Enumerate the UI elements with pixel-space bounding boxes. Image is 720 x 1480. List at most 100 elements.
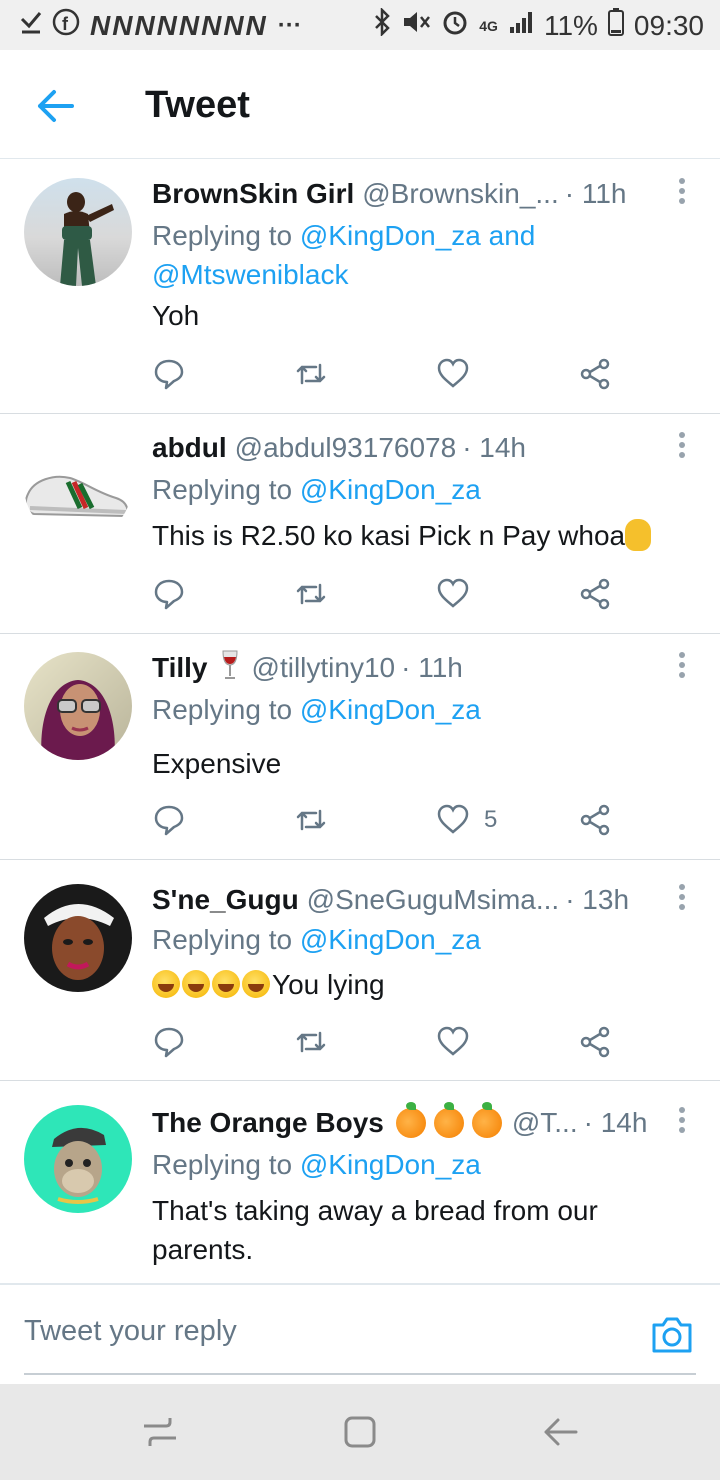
battery-percent: 11% xyxy=(543,9,598,41)
reply-icon xyxy=(154,579,184,610)
mention-link[interactable]: @KingDon_za xyxy=(300,1149,481,1180)
tweet-author-handle[interactable]: @Brownskin_... xyxy=(362,178,559,210)
more-options-button[interactable] xyxy=(672,1107,692,1137)
nav-back-button[interactable] xyxy=(540,1412,580,1452)
camera-button[interactable] xyxy=(650,1315,694,1355)
mention-link[interactable]: @KingDon_za xyxy=(300,924,481,955)
page-title: Tweet xyxy=(145,84,250,126)
avatar-photo-icon xyxy=(41,680,115,760)
avatar[interactable] xyxy=(24,432,132,540)
tweet-author-name[interactable]: S'ne_Gugu xyxy=(152,884,299,916)
avatar[interactable] xyxy=(24,652,132,760)
reply-icon xyxy=(154,359,184,390)
retweet-icon xyxy=(296,1031,326,1053)
clock: 09:30 xyxy=(633,9,704,41)
reply-input[interactable]: Tweet your reply xyxy=(24,1315,237,1348)
status-bar: f NNNNNNNN ··· 4G 11% 09:30 xyxy=(0,0,720,50)
more-options-button[interactable] xyxy=(672,178,692,208)
share-icon xyxy=(580,804,610,836)
mention-link[interactable]: @KingDon_za xyxy=(300,694,481,725)
share-icon xyxy=(580,358,610,390)
reply-icon xyxy=(154,805,184,836)
like-button[interactable]: 5 xyxy=(436,800,497,840)
reply-composer: Tweet your reply xyxy=(0,1283,720,1385)
facebook-icon: f xyxy=(52,8,80,43)
reply-button[interactable] xyxy=(152,574,186,614)
reply-icon xyxy=(154,1027,184,1058)
camera-icon xyxy=(652,1317,692,1353)
tweet-author-name[interactable]: BrownSkin Girl xyxy=(152,178,354,210)
tweet-text: You lying xyxy=(272,969,385,1000)
bluetooth-icon xyxy=(373,6,391,43)
tweet-actions xyxy=(152,1022,622,1062)
tweet-author-name[interactable]: The Orange Boys xyxy=(152,1107,384,1139)
raised-hand-emoji-icon xyxy=(625,519,652,551)
replying-label: Replying to xyxy=(152,474,300,505)
back-button[interactable] xyxy=(32,82,80,130)
orange-emoji-icon xyxy=(395,1102,426,1138)
download-check-icon xyxy=(20,9,42,42)
replying-to: Replying to @KingDon_za and @Mtsweniblac… xyxy=(152,216,572,294)
tweet-time: · 11h xyxy=(564,178,627,209)
signal-icon xyxy=(508,9,534,42)
retweet-button[interactable] xyxy=(294,1022,328,1062)
back-arrow-icon xyxy=(38,90,74,122)
retweet-button[interactable] xyxy=(294,574,328,614)
tweet-time: · 11h xyxy=(401,652,463,683)
tweet-item[interactable]: The Orange Boys @T... · 14h Replying to … xyxy=(0,1081,720,1282)
home-button[interactable] xyxy=(340,1412,380,1452)
recent-apps-button[interactable] xyxy=(140,1412,180,1452)
tweet-time: · 14h xyxy=(462,432,527,463)
retweet-icon xyxy=(296,809,326,831)
more-options-button[interactable] xyxy=(672,652,692,682)
like-button[interactable] xyxy=(436,354,484,394)
avatar-photo-icon xyxy=(44,904,114,980)
laughing-emoji-icon xyxy=(152,970,180,998)
avatar[interactable] xyxy=(24,884,132,992)
tweet-actions: 5 xyxy=(152,800,622,840)
tweet-author-handle[interactable]: @T... xyxy=(512,1107,578,1139)
tweet-author-handle[interactable]: @abdul93176078 xyxy=(235,432,457,464)
system-navigation-bar xyxy=(0,1384,720,1480)
avatar-photo-icon xyxy=(60,192,114,286)
like-button[interactable] xyxy=(436,574,484,614)
tweet-actions xyxy=(152,574,622,614)
heart-icon xyxy=(437,358,469,388)
tweet-text-wrap: This is R2.50 ko kasi Pick n Pay whoa xyxy=(152,516,710,555)
retweet-button[interactable] xyxy=(294,354,328,394)
tweet-item[interactable]: abdul @abdul93176078 · 14h Replying to @… xyxy=(0,414,720,634)
replying-to: Replying to @KingDon_za xyxy=(152,920,680,959)
tweet-text: This is R2.50 ko kasi Pick n Pay whoa xyxy=(152,520,626,551)
replying-label: Replying to xyxy=(152,694,300,725)
avatar[interactable] xyxy=(24,178,132,286)
tweet-item[interactable]: S'ne_Gugu @SneGuguMsima... · 13h Replyin… xyxy=(0,860,720,1081)
tweet-author-handle[interactable]: @tillytiny10 xyxy=(252,652,396,684)
heart-icon xyxy=(437,578,469,608)
share-button[interactable] xyxy=(578,800,612,840)
share-button[interactable] xyxy=(578,354,612,394)
alarm-icon xyxy=(441,8,469,43)
avatar[interactable] xyxy=(24,1105,132,1213)
tweet-author-name[interactable]: abdul xyxy=(152,432,227,464)
replying-label: Replying to xyxy=(152,924,300,955)
reply-input-underline xyxy=(24,1373,696,1375)
nav-back-icon xyxy=(544,1418,578,1446)
like-button[interactable] xyxy=(436,1022,484,1062)
share-button[interactable] xyxy=(578,574,612,614)
tweet-item[interactable]: Tilly @tillytiny10 · 11h Replying to @Ki… xyxy=(0,634,720,860)
retweet-button[interactable] xyxy=(294,800,328,840)
tweet-item[interactable]: BrownSkin Girl @Brownskin_... · 11h Repl… xyxy=(0,160,720,414)
more-options-button[interactable] xyxy=(672,884,692,914)
more-notifications-icon: ··· xyxy=(277,11,302,39)
reply-button[interactable] xyxy=(152,800,186,840)
more-options-button[interactable] xyxy=(672,432,692,462)
svg-text:f: f xyxy=(62,14,69,34)
reply-button[interactable] xyxy=(152,1022,186,1062)
share-button[interactable] xyxy=(578,1022,612,1062)
tweet-author-handle[interactable]: @SneGuguMsima... xyxy=(307,884,560,916)
replying-to: Replying to @KingDon_za xyxy=(152,690,680,729)
mention-link[interactable]: @KingDon_za xyxy=(300,474,481,505)
reply-button[interactable] xyxy=(152,354,186,394)
tweet-author-name[interactable]: Tilly xyxy=(152,652,208,684)
tweet-time: · 14h xyxy=(583,1107,648,1138)
